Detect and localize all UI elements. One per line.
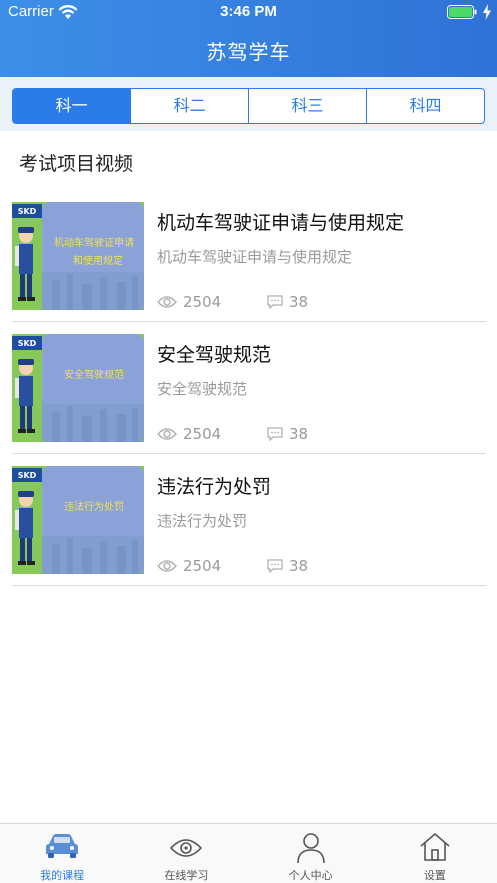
eye-icon xyxy=(157,428,177,440)
eye-icon xyxy=(170,839,203,857)
thumbnail-logo: SKD xyxy=(18,471,37,480)
video-thumbnail: SKD 机动车驾驶证申请 和使用规定 xyxy=(12,202,144,310)
thumbnail-logo: SKD xyxy=(18,207,37,216)
car-icon xyxy=(46,834,79,858)
subject-tabs: 科一 科二 科三 科四 xyxy=(12,88,485,124)
video-subtitle: 安全驾驶规范 xyxy=(157,380,248,398)
video-thumbnail: SKD 违法行为处罚 xyxy=(12,466,144,574)
video-thumbnail: SKD 安全驾驶规范 xyxy=(12,334,144,442)
thumbnail-caption: 和使用规定 xyxy=(73,254,123,267)
tabbar-label: 在线学习 xyxy=(164,869,209,882)
eye-icon xyxy=(157,296,177,308)
tab-subject-1[interactable]: 科一 xyxy=(13,89,131,123)
tabbar-label: 设置 xyxy=(423,869,446,882)
view-count-value: 2504 xyxy=(183,557,222,575)
comment-count-value: 38 xyxy=(289,557,309,575)
comment-count: 38 xyxy=(267,293,308,311)
page-title: 苏驾学车 xyxy=(206,40,291,64)
bottom-tab-bar: 我的课程 在线学习 个人中心 设置 xyxy=(0,823,497,883)
thumbnail-logo: SKD xyxy=(18,339,37,348)
video-list-item[interactable]: SKD 机动车驾驶证申请 和使用规定 机动车驾驶证申请与使用规定 机动车驾驶证申… xyxy=(12,190,486,322)
view-count-value: 2504 xyxy=(183,293,222,311)
battery-icon xyxy=(447,5,477,19)
tabbar-online-learning[interactable]: 在线学习 xyxy=(124,824,248,883)
tabbar-label: 我的课程 xyxy=(40,869,85,882)
status-bar: Carrier 3:46 PM xyxy=(0,0,497,24)
video-subtitle: 机动车驾驶证申请与使用规定 xyxy=(157,248,353,266)
comment-count: 38 xyxy=(267,557,308,575)
tab-subject-2[interactable]: 科二 xyxy=(131,89,249,123)
thumbnail-caption: 安全驾驶规范 xyxy=(64,368,124,381)
thumbnail-caption: 机动车驾驶证申请 xyxy=(54,236,134,249)
comment-count-value: 38 xyxy=(289,425,309,443)
tab-subject-4[interactable]: 科四 xyxy=(367,89,484,123)
view-count: 2504 xyxy=(157,557,221,575)
video-title: 违法行为处罚 xyxy=(157,476,272,498)
app-header: Carrier 3:46 PM 苏驾学车 xyxy=(0,0,497,77)
view-count: 2504 xyxy=(157,425,221,443)
comment-count: 38 xyxy=(267,425,308,443)
thumbnail-caption: 违法行为处罚 xyxy=(64,500,124,513)
comment-icon xyxy=(267,559,283,573)
eye-icon xyxy=(157,560,177,572)
video-list: SKD 机动车驾驶证申请 和使用规定 机动车驾驶证申请与使用规定 机动车驾驶证申… xyxy=(0,190,497,586)
tabbar-profile[interactable]: 个人中心 xyxy=(249,824,373,883)
comment-icon xyxy=(267,427,283,441)
section-title: 考试项目视频 xyxy=(19,153,134,175)
tabbar-my-courses[interactable]: 我的课程 xyxy=(0,824,124,883)
video-subtitle: 违法行为处罚 xyxy=(157,512,248,530)
status-clock: 3:46 PM xyxy=(220,3,277,20)
comment-icon xyxy=(267,295,283,309)
tabbar-settings[interactable]: 设置 xyxy=(373,824,497,883)
home-icon xyxy=(420,832,450,861)
view-count: 2504 xyxy=(157,293,221,311)
video-title: 安全驾驶规范 xyxy=(157,344,272,366)
video-list-item[interactable]: SKD 违法行为处罚 违法行为处罚 违法行为处罚 2504 38 xyxy=(12,454,486,586)
comment-count-value: 38 xyxy=(289,293,309,311)
charging-bolt-icon xyxy=(483,4,491,20)
video-title: 机动车驾驶证申请与使用规定 xyxy=(157,212,405,234)
video-list-item[interactable]: SKD 安全驾驶规范 安全驾驶规范 安全驾驶规范 2504 38 xyxy=(12,322,486,454)
tabbar-label: 个人中心 xyxy=(288,869,333,882)
view-count-value: 2504 xyxy=(183,425,222,443)
person-icon xyxy=(296,833,325,864)
tab-subject-3[interactable]: 科三 xyxy=(249,89,367,123)
subject-tabs-area: 科一 科二 科三 科四 xyxy=(0,77,497,131)
